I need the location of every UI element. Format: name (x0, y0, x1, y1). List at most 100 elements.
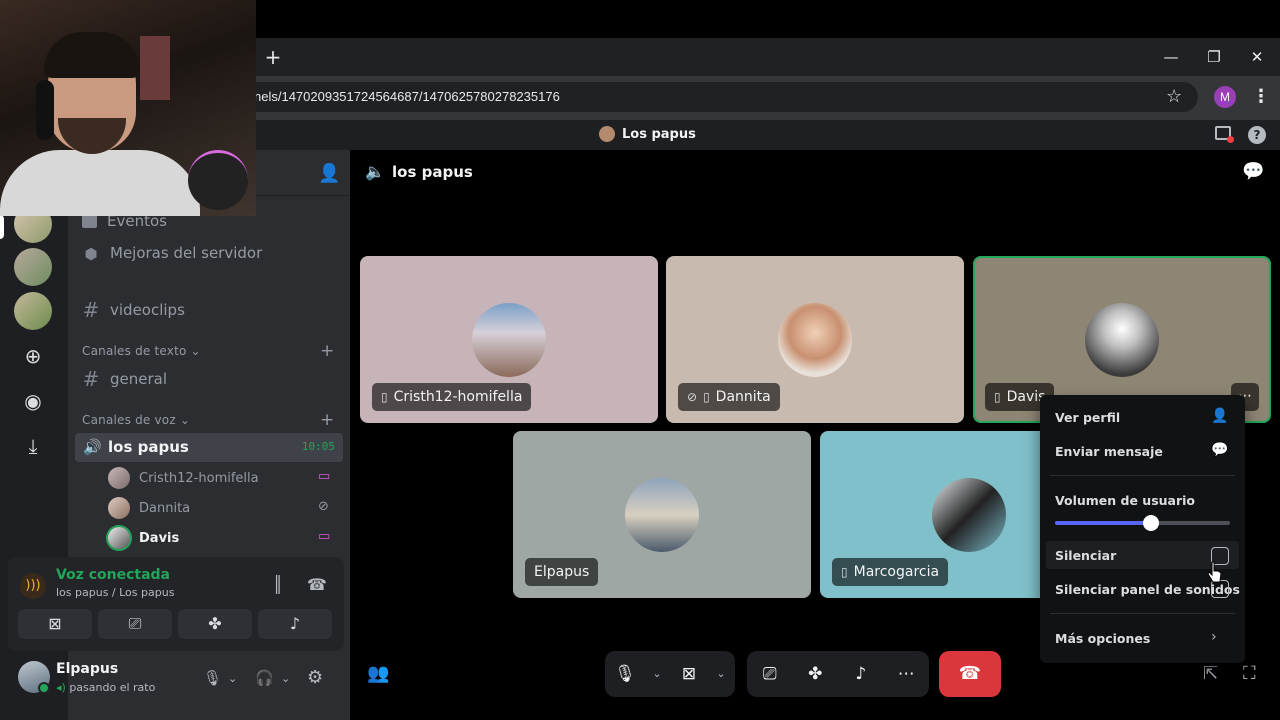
add-channel-icon[interactable]: + (320, 341, 334, 361)
speaker-icon: 🔈 (365, 162, 385, 181)
streamer-shirt (0, 150, 200, 216)
phone-icon: ▯ (703, 390, 710, 404)
voice-channel-los-papus[interactable]: 🔊 los papus 10:05 (75, 433, 343, 462)
menu-item-send-message[interactable]: Enviar mensaje (1055, 444, 1163, 459)
voice-connected-label[interactable]: Voz conectada (56, 567, 170, 583)
camera-off-button[interactable]: ⊠ (669, 651, 709, 697)
gear-icon[interactable]: ⚙ (307, 667, 323, 688)
channel-general[interactable]: # general (82, 367, 167, 391)
chevron-down-icon[interactable]: ⌄ (228, 672, 237, 685)
user-status: ◂) pasando el rato (56, 681, 155, 694)
soundboard-button[interactable]: ♪ (841, 651, 881, 697)
microphone-button[interactable]: 🎙 (605, 651, 645, 697)
menu-item-more-options[interactable]: Más opciones (1055, 631, 1150, 646)
disconnect-button[interactable]: ☎ (939, 651, 1001, 697)
participant-tile[interactable]: Elpapus (513, 431, 811, 598)
mouse-cursor-icon (1208, 561, 1222, 583)
headphones-icon[interactable]: 🎧 (255, 669, 274, 687)
minimize-icon[interactable]: — (1160, 46, 1182, 68)
screen-share-button[interactable]: ⎚ (98, 609, 172, 639)
category-voice-channels[interactable]: Canales de voz ⌄ (82, 413, 190, 427)
server-title: Los papus (622, 127, 696, 142)
participant-nameplate: Elpapus (525, 558, 599, 586)
server-icon (599, 126, 615, 142)
muted-mic-icon: ⊘ (687, 390, 698, 404)
channel-videoclips[interactable]: # videoclips (82, 298, 185, 322)
help-icon[interactable]: ? (1248, 126, 1266, 144)
hash-icon: # (82, 367, 100, 391)
menu-item-mute[interactable]: Silenciar (1055, 548, 1116, 563)
shield-icon: ⬢ (84, 245, 98, 263)
channel-boosts[interactable]: ⬢ Mejoras del servidor (82, 244, 263, 263)
invite-people-icon[interactable]: 👤 (318, 163, 340, 184)
inbox-icon[interactable] (1215, 126, 1234, 143)
voice-user-name: Davis (139, 530, 180, 546)
channel-label: general (110, 370, 168, 388)
download-icon[interactable]: ⤓ (14, 427, 52, 465)
new-tab-icon[interactable]: + (262, 46, 284, 68)
menu-item-view-profile[interactable]: Ver perfil (1055, 410, 1120, 425)
volume-slider-fill (1055, 521, 1152, 525)
signal-icon[interactable]: ))) (20, 573, 46, 599)
noise-suppression-icon[interactable]: ║ (273, 575, 283, 594)
user-context-menu (1040, 395, 1245, 663)
close-window-icon[interactable]: ✕ (1246, 46, 1268, 68)
activities-button[interactable]: ✤ (178, 609, 252, 639)
phone-icon: ▯ (841, 565, 848, 579)
avatar (932, 477, 1006, 552)
disconnect-icon[interactable]: ☎ (307, 575, 327, 594)
participant-nameplate: ▯ Marcogarcia (832, 558, 949, 586)
voice-user[interactable]: Dannita (108, 496, 190, 520)
restore-icon[interactable]: ❐ (1203, 46, 1225, 68)
participant-tile[interactable]: ⊘ ▯ Dannita (666, 256, 964, 423)
phone-icon: ▭ (318, 469, 331, 484)
server-item[interactable] (14, 292, 52, 330)
voice-user[interactable]: Cristh12-homifella (108, 466, 259, 490)
chat-icon[interactable]: 💬 (1242, 161, 1264, 182)
avatar (108, 467, 130, 489)
activities-button[interactable]: ✤ (795, 651, 835, 697)
category-label: Canales de voz (82, 413, 176, 427)
explore-icon[interactable]: ◉ (14, 382, 52, 420)
server-item[interactable] (14, 248, 52, 286)
mic-camera-controls: 🎙 ⌄ ⊠ ⌄ (605, 651, 735, 697)
participant-tile[interactable]: ▯ Cristh12-homifella (360, 256, 658, 423)
screen-share-button[interactable]: ⎚ (750, 651, 790, 697)
fullscreen-icon[interactable]: ⛶ (1243, 663, 1256, 684)
voice-channel-title: los papus (392, 163, 473, 181)
invite-people-icon[interactable]: 👥 (367, 663, 389, 684)
soundboard-button[interactable]: ♪ (258, 609, 332, 639)
user-name[interactable]: Elpapus (56, 661, 118, 677)
popout-icon[interactable]: ⇱ (1203, 663, 1218, 684)
participant-nameplate: ▯ Cristh12-homifella (372, 383, 532, 411)
chevron-down-icon[interactable]: ⌄ (281, 672, 290, 685)
microphone (188, 150, 248, 210)
chevron-down-icon: ⌄ (190, 344, 201, 358)
menu-label-user-volume: Volumen de usuario (1055, 493, 1196, 508)
voice-location[interactable]: los papus / Los papus (56, 586, 174, 599)
chevron-down-icon[interactable]: ⌄ (709, 651, 733, 697)
profile-avatar[interactable]: M (1214, 86, 1236, 108)
camera-off-button[interactable]: ⊠ (18, 609, 92, 639)
bookmark-star-icon[interactable]: ☆ (1166, 86, 1182, 107)
chevron-right-icon: › (1211, 629, 1217, 645)
participant-nameplate: ⊘ ▯ Dannita (678, 383, 780, 411)
voice-user[interactable]: Davis (108, 526, 179, 550)
headphones (36, 80, 54, 140)
chevron-down-icon[interactable]: ⌄ (645, 651, 669, 697)
voice-channel-label: los papus (108, 438, 189, 456)
url-text[interactable]: nels/1470209351724564687/147062578027823… (254, 89, 560, 104)
speaker-icon: ◂) (56, 681, 66, 694)
add-server-icon[interactable]: ⊕ (14, 337, 52, 375)
speaker-icon: 🔊 (83, 438, 102, 456)
category-text-channels[interactable]: Canales de texto ⌄ (82, 344, 201, 358)
phone-icon: ▭ (318, 529, 331, 544)
channel-label: Mejoras del servidor (110, 244, 263, 262)
wall-poster (140, 36, 170, 100)
hash-icon: # (82, 298, 100, 322)
microphone-icon[interactable]: 🎙 (203, 669, 222, 687)
avatar (108, 497, 130, 519)
more-options-button[interactable]: ⋯ (886, 651, 926, 697)
browser-menu-icon[interactable]: ⋮ (1252, 86, 1270, 107)
add-channel-icon[interactable]: + (320, 410, 334, 430)
